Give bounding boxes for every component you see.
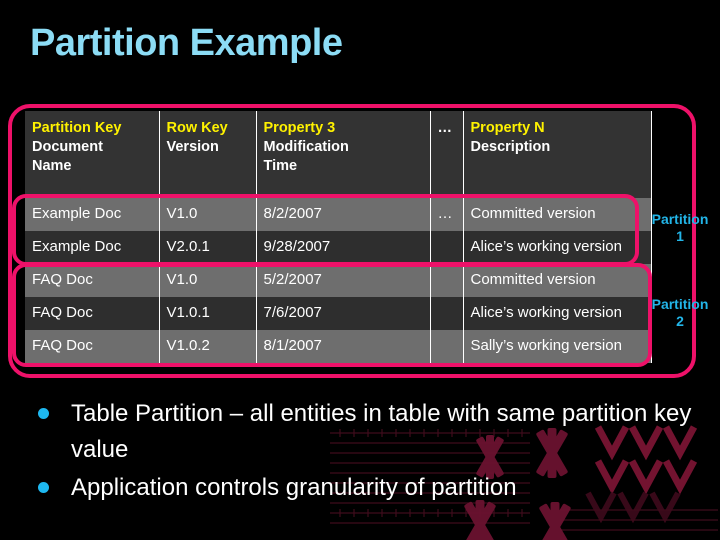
cell-version: V1.0 [159, 264, 257, 297]
cell-description: Alice’s working version [463, 297, 652, 330]
cell-version: V1.0.1 [159, 297, 257, 330]
bullet-text: Table Partition – all entities in table … [71, 400, 692, 463]
cell-ellipsis [430, 330, 464, 363]
bullet-list: Table Partition – all entities in table … [32, 396, 692, 508]
cell-modification-time: 7/6/2007 [256, 297, 431, 330]
cell-version: V1.0.2 [159, 330, 257, 363]
cell-description: Committed version [463, 198, 652, 231]
table-header-row: Partition Key Document Name Row Key Vers… [25, 111, 652, 198]
header-value-name: Name [32, 158, 72, 174]
partition-table: Partition Key Document Name Row Key Vers… [25, 111, 652, 363]
slide-title: Partition Example [30, 22, 343, 64]
cell-version: V2.0.1 [159, 231, 257, 264]
header-cell-row-key: Row Key Version [159, 111, 257, 198]
header-key-partition-key: Partition Key [32, 120, 122, 136]
header-cell-property-3: Property 3 Modification Time [256, 111, 431, 198]
header-value-document: Document [32, 139, 103, 155]
cell-document-name: FAQ Doc [25, 297, 160, 330]
header-value-description: Description [470, 139, 551, 155]
cell-ellipsis [430, 264, 464, 297]
cell-modification-time: 5/2/2007 [256, 264, 431, 297]
partition-table-container: Partition Key Document Name Row Key Vers… [25, 111, 652, 363]
cell-ellipsis [430, 231, 464, 264]
list-item: Table Partition – all entities in table … [32, 396, 692, 468]
bullet-text: Application controls granularity of part… [71, 474, 517, 501]
cell-document-name: FAQ Doc [25, 264, 160, 297]
table-row: Example Doc V1.0 8/2/2007 … Committed ve… [25, 198, 652, 231]
header-value-modification: Modification [263, 139, 349, 155]
header-ellipsis: … [437, 120, 453, 136]
cell-modification-time: 8/2/2007 [256, 198, 431, 231]
table-row: FAQ Doc V1.0.1 7/6/2007 Alice’s working … [25, 297, 652, 330]
bullet-dot-icon [38, 482, 49, 493]
cell-description: Committed version [463, 264, 652, 297]
partition-2-label-line1: Partition [651, 296, 709, 312]
cell-modification-time: 9/28/2007 [256, 231, 431, 264]
header-key-row-key: Row Key [166, 120, 228, 136]
partition-1-label: Partition 1 [640, 211, 720, 245]
list-item: Application controls granularity of part… [32, 470, 692, 506]
partition-2-label-line2: 2 [676, 313, 684, 329]
cell-document-name: Example Doc [25, 198, 160, 231]
table-row: FAQ Doc V1.0 5/2/2007 Committed version [25, 264, 652, 297]
header-key-property-3: Property 3 [263, 120, 336, 136]
cell-description: Sally’s working version [463, 330, 652, 363]
header-key-property-n: Property N [470, 120, 545, 136]
header-cell-ellipsis: … [430, 111, 464, 198]
cell-version: V1.0 [159, 198, 257, 231]
bullet-dot-icon [38, 408, 49, 419]
header-value-version: Version [166, 139, 219, 155]
header-cell-partition-key: Partition Key Document Name [25, 111, 160, 198]
header-value-time: Time [263, 158, 298, 174]
cell-ellipsis: … [430, 198, 464, 231]
cell-document-name: FAQ Doc [25, 330, 160, 363]
header-cell-property-n: Property N Description [463, 111, 652, 198]
cell-modification-time: 8/1/2007 [256, 330, 431, 363]
cell-description: Alice’s working version [463, 231, 652, 264]
cell-ellipsis [430, 297, 464, 330]
partition-1-label-line1: Partition [651, 211, 709, 227]
table-row: FAQ Doc V1.0.2 8/1/2007 Sally’s working … [25, 330, 652, 363]
table-row: Example Doc V2.0.1 9/28/2007 Alice’s wor… [25, 231, 652, 264]
partition-1-label-line2: 1 [676, 228, 684, 244]
partition-2-label: Partition 2 [640, 296, 720, 330]
cell-document-name: Example Doc [25, 231, 160, 264]
